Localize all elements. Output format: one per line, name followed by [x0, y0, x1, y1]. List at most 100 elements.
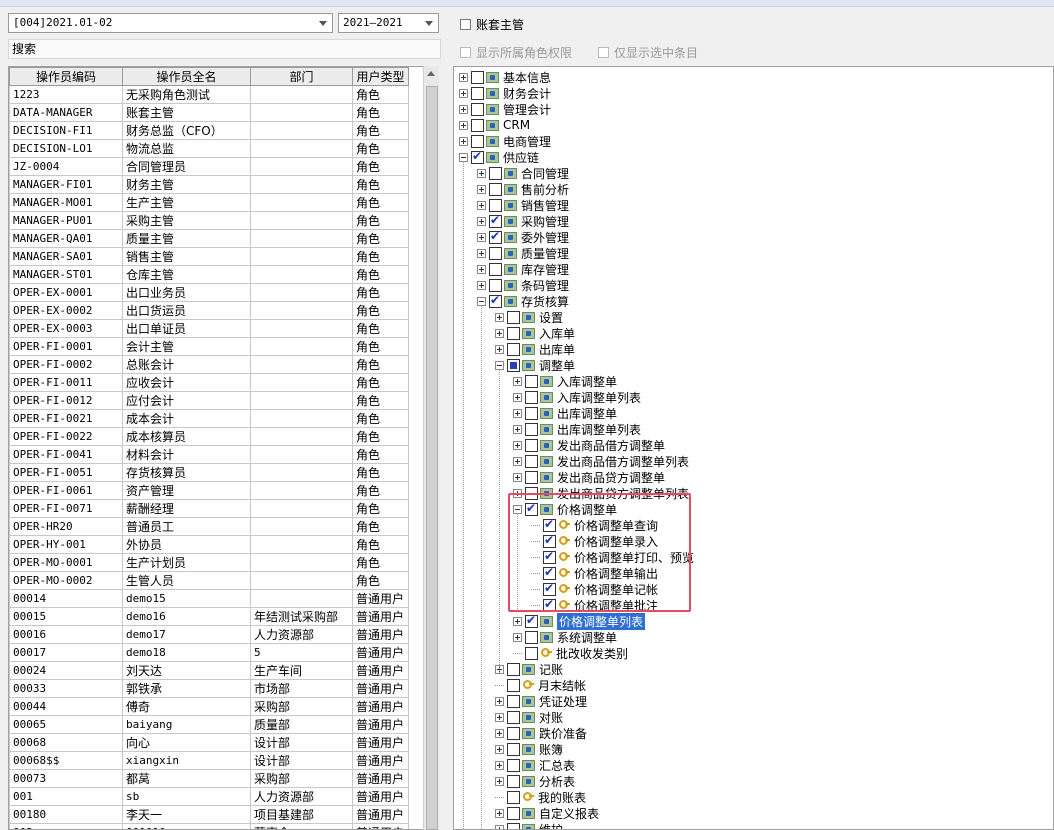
tree-node-质量管理[interactable]: 质量管理 [477, 245, 569, 261]
tree-checkbox[interactable] [525, 613, 538, 628]
tree-checkbox[interactable] [507, 742, 520, 756]
tree-checkbox[interactable] [471, 86, 484, 100]
tree-node-出库单[interactable]: 出库单 [495, 341, 575, 357]
expand-plus-icon[interactable] [477, 232, 486, 242]
supervisor-checkbox[interactable]: 账套主管 [460, 16, 524, 33]
table-row[interactable]: MANAGER-QA01 质量主管 角色 [9, 229, 409, 248]
tree-node-财务会计[interactable]: 财务会计 [459, 85, 551, 101]
tree-node-发出商品借方调整单[interactable]: 发出商品借方调整单 [513, 437, 665, 453]
expand-plus-icon[interactable] [495, 824, 504, 829]
expand-plus-icon[interactable] [459, 104, 468, 114]
table-row[interactable]: 00015 demo16 年结测试采购部 普通用户 [9, 607, 409, 626]
expand-plus-icon[interactable] [495, 744, 504, 754]
expand-plus-icon[interactable] [495, 728, 504, 738]
tree-node-凭证处理[interactable]: 凭证处理 [495, 693, 587, 709]
column-header-user-type[interactable]: 用户类型 [352, 67, 409, 86]
permission-tree[interactable]: 基本信息财务会计管理会计CRM 电商管理供应链合同管理售前分析销售管理采购管理委外… [453, 66, 1054, 830]
tree-node-管理会计[interactable]: 管理会计 [459, 101, 551, 117]
table-row[interactable]: 00073 都莴 采购部 普通用户 [9, 769, 409, 788]
expand-plus-icon[interactable] [459, 120, 468, 130]
tree-node-合同管理[interactable]: 合同管理 [477, 165, 569, 181]
grid-vertical-scrollbar[interactable] [423, 66, 439, 830]
table-row[interactable]: OPER-HY-001 外协员 角色 [9, 535, 409, 554]
tree-node-设置[interactable]: 设置 [495, 309, 563, 325]
tree-checkbox[interactable] [543, 533, 556, 548]
tree-checkbox[interactable] [525, 501, 538, 516]
table-row[interactable]: 002001010董事会普通用户 [9, 823, 409, 829]
tree-checkbox[interactable] [525, 390, 538, 404]
tree-node-价格调整单查询[interactable]: 价格调整单查询 [531, 517, 658, 533]
scroll-up-arrow-icon[interactable] [427, 71, 435, 76]
expand-plus-icon[interactable] [477, 248, 486, 258]
expand-plus-icon[interactable] [513, 456, 522, 466]
tree-checkbox[interactable] [525, 374, 538, 388]
table-row[interactable]: 001 sb 人力资源部 普通用户 [9, 787, 409, 806]
tree-checkbox[interactable] [507, 822, 520, 829]
tree-node-售前分析[interactable]: 售前分析 [477, 181, 569, 197]
expand-plus-icon[interactable] [495, 808, 504, 818]
table-row[interactable]: OPER-FI-0012 应付会计 角色 [9, 391, 409, 410]
tree-checkbox[interactable] [507, 662, 520, 676]
expand-plus-icon[interactable] [477, 168, 486, 178]
table-row[interactable]: JZ-0004 合同管理员 角色 [9, 157, 409, 176]
expand-plus-icon[interactable] [495, 696, 504, 706]
tree-node-采购管理[interactable]: 采购管理 [477, 213, 569, 229]
scroll-thumb[interactable] [426, 86, 438, 830]
table-row[interactable]: MANAGER-FI01 财务主管 角色 [9, 175, 409, 194]
tree-node-销售管理[interactable]: 销售管理 [477, 197, 569, 213]
table-row[interactable]: OPER-FI-0021 成本会计 角色 [9, 409, 409, 428]
expand-plus-icon[interactable] [513, 408, 522, 418]
tree-checkbox[interactable] [471, 134, 484, 148]
table-row[interactable]: 00033 郭铁承 市场部 普通用户 [9, 679, 409, 698]
expand-plus-icon[interactable] [495, 712, 504, 722]
tree-node-记账[interactable]: 记账 [495, 661, 563, 677]
expand-plus-icon[interactable] [477, 184, 486, 194]
expand-plus-icon[interactable] [513, 424, 522, 434]
table-row[interactable]: OPER-FI-0022 成本核算员 角色 [9, 427, 409, 446]
tree-node-基本信息[interactable]: 基本信息 [459, 69, 551, 85]
tree-checkbox[interactable] [489, 182, 502, 196]
tree-checkbox[interactable] [543, 565, 556, 580]
table-row[interactable]: 00068 向心 设计部 普通用户 [9, 733, 409, 752]
tree-checkbox[interactable] [489, 166, 502, 180]
tree-node-存货核算[interactable]: 存货核算 [477, 293, 569, 309]
expand-plus-icon[interactable] [477, 200, 486, 210]
tree-checkbox[interactable] [525, 406, 538, 420]
tree-checkbox[interactable] [471, 118, 484, 132]
operator-grid[interactable]: 操作员编码 操作员全名 部门 用户类型 1223 无采购角色测试 角色 DATA-MA… [8, 66, 439, 830]
expand-plus-icon[interactable] [495, 776, 504, 786]
show-role-permissions-checkbox[interactable]: 显示所属角色权限 [460, 44, 572, 61]
tree-node-价格调整单打印预览[interactable]: 价格调整单打印、预览 [531, 549, 694, 565]
expand-plus-icon[interactable] [477, 216, 486, 226]
tree-node-入库调整单列表[interactable]: 入库调整单列表 [513, 389, 641, 405]
tree-node-价格调整单列表[interactable]: 价格调整单列表 [513, 612, 646, 630]
tree-node-调整单[interactable]: 调整单 [495, 357, 575, 373]
tree-node-发出商品贷方调整单列表[interactable]: 发出商品贷方调整单列表 [513, 485, 689, 501]
tree-checkbox[interactable] [525, 646, 538, 660]
tree-checkbox[interactable] [507, 790, 520, 804]
tree-node-分析表[interactable]: 分析表 [495, 773, 575, 789]
expand-plus-icon[interactable] [495, 760, 504, 770]
tree-node-价格调整单输出[interactable]: 价格调整单输出 [531, 565, 658, 581]
table-row[interactable]: 00024 刘天达 生产车间 普通用户 [9, 661, 409, 680]
expand-plus-icon[interactable] [513, 440, 522, 450]
expand-plus-icon[interactable] [477, 280, 486, 290]
tree-node-委外管理[interactable]: 委外管理 [477, 229, 569, 245]
table-row[interactable]: DATA-MANAGER 账套主管 角色 [9, 103, 409, 122]
tree-node-我的账表[interactable]: 我的账表 [495, 789, 586, 805]
table-row[interactable]: 00065 baiyang 质量部 普通用户 [9, 715, 409, 734]
expand-plus-icon[interactable] [513, 472, 522, 482]
tree-checkbox[interactable] [543, 549, 556, 564]
tree-checkbox[interactable] [507, 342, 520, 356]
table-row[interactable]: OPER-EX-0001 出口业务员 角色 [9, 283, 409, 302]
tree-checkbox[interactable] [489, 262, 502, 276]
search-input[interactable]: 搜索 [8, 39, 441, 59]
tree-checkbox[interactable] [525, 454, 538, 468]
tree-node-自定义报表[interactable]: 自定义报表 [495, 805, 599, 821]
expand-plus-icon[interactable] [459, 88, 468, 98]
tree-node-条码管理[interactable]: 条码管理 [477, 277, 569, 293]
tree-node-维护[interactable]: 维护 [495, 821, 563, 829]
tree-node-发出商品借方调整单列表[interactable]: 发出商品借方调整单列表 [513, 453, 689, 469]
expand-plus-icon[interactable] [513, 376, 522, 386]
tree-node-价格调整单[interactable]: 价格调整单 [513, 501, 617, 517]
